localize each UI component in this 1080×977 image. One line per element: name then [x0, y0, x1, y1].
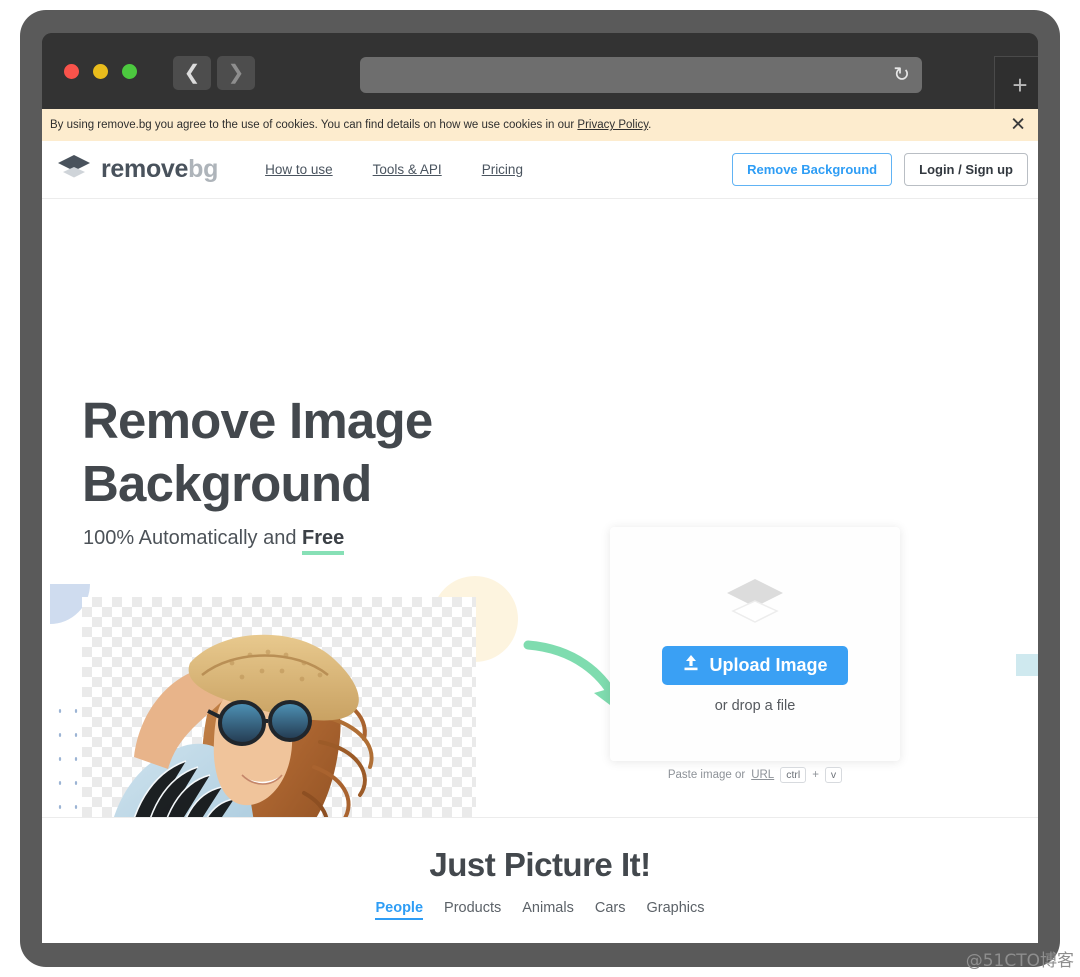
hero-subtitle-highlight: Free: [302, 527, 345, 549]
tab-animals[interactable]: Animals: [522, 900, 574, 920]
upload-image-button[interactable]: Upload Image: [662, 645, 848, 685]
site-header: removebg How to use Tools & API Pricing …: [42, 141, 1038, 199]
upload-card[interactable]: Upload Image or drop a file: [610, 527, 900, 761]
hero-subtitle: 100% Automatically and Free: [83, 527, 344, 550]
cookie-text-after: .: [648, 119, 652, 131]
maximize-window-button[interactable]: [122, 64, 137, 79]
section-title: Just Picture It!: [429, 846, 651, 883]
cookie-text-before: By using remove.bg you agree to the use …: [50, 119, 578, 131]
paste-prefix-text: Paste image or: [667, 769, 746, 781]
logo-primary: remove: [101, 155, 189, 183]
page-title: Remove Image Background: [82, 389, 433, 515]
address-bar[interactable]: ↻: [360, 57, 922, 93]
nav-item-tools-api[interactable]: Tools & API: [373, 162, 442, 177]
key-plus: +: [812, 769, 819, 781]
logo-secondary: bg: [188, 155, 219, 183]
forward-button[interactable]: ❯: [217, 56, 255, 90]
drop-file-text: or drop a file: [714, 697, 796, 714]
category-tabs: People Products Animals Cars Graphics: [42, 900, 1038, 920]
paste-image-row: Paste image or URL ctrl + v: [610, 767, 900, 783]
tab-cars[interactable]: Cars: [595, 900, 626, 920]
hero-section: Remove Image Background 100% Automatical…: [42, 199, 1038, 943]
layers-logo-icon: [57, 153, 91, 186]
just-picture-it-section: Just Picture It! People Products Animals…: [42, 817, 1038, 943]
cookie-banner-text: By using remove.bg you agree to the use …: [50, 119, 651, 131]
back-button[interactable]: ❮: [173, 56, 211, 90]
login-signup-button[interactable]: Login / Sign up: [904, 153, 1028, 186]
close-window-button[interactable]: [64, 64, 79, 79]
close-icon[interactable]: ✕: [1010, 114, 1026, 137]
cookie-banner: By using remove.bg you agree to the use …: [42, 109, 1038, 141]
key-v: v: [824, 767, 843, 783]
privacy-policy-link[interactable]: Privacy Policy: [577, 119, 648, 131]
chevron-left-icon: ❮: [183, 62, 201, 84]
browser-chrome: ❮ ❯ ↻ +: [42, 33, 1038, 114]
browser-window: ❮ ❯ ↻ + By using remove.bg you agree to …: [42, 33, 1038, 943]
hero-title-line-1: Remove Image: [82, 392, 433, 449]
hero-title-line-2: Background: [82, 455, 372, 513]
watermark: @51CTO博客: [965, 951, 1074, 971]
page-viewport: By using remove.bg you agree to the use …: [42, 109, 1038, 943]
upload-image-button-label: Upload Image: [709, 654, 828, 675]
header-actions: Remove Background Login / Sign up: [732, 153, 1028, 186]
nav-item-how-to-use[interactable]: How to use: [265, 162, 333, 177]
hero-subtitle-prefix: 100% Automatically and: [83, 527, 303, 549]
new-tab-button[interactable]: +: [994, 56, 1038, 114]
logo[interactable]: removebg: [57, 153, 218, 186]
nav-item-pricing[interactable]: Pricing: [482, 162, 523, 177]
main-nav: How to use Tools & API Pricing: [265, 162, 523, 177]
decoration-square-blue: [1016, 654, 1038, 676]
remove-background-button[interactable]: Remove Background: [732, 153, 893, 186]
tab-people[interactable]: People: [375, 900, 424, 920]
key-ctrl: ctrl: [780, 767, 807, 783]
reload-icon[interactable]: ↻: [893, 64, 910, 86]
minimize-window-button[interactable]: [93, 64, 108, 79]
upload-icon: [682, 654, 700, 677]
traffic-lights: [64, 64, 137, 79]
desktop: ❮ ❯ ↻ + By using remove.bg you agree to …: [0, 0, 1080, 977]
logo-text: removebg: [101, 155, 218, 184]
layers-icon: [724, 575, 786, 632]
tab-graphics[interactable]: Graphics: [646, 900, 704, 920]
paste-url-link[interactable]: URL: [751, 769, 774, 781]
chevron-right-icon: ❯: [227, 62, 245, 84]
decoration-dot-grid: [52, 699, 84, 819]
tab-products[interactable]: Products: [444, 900, 501, 920]
